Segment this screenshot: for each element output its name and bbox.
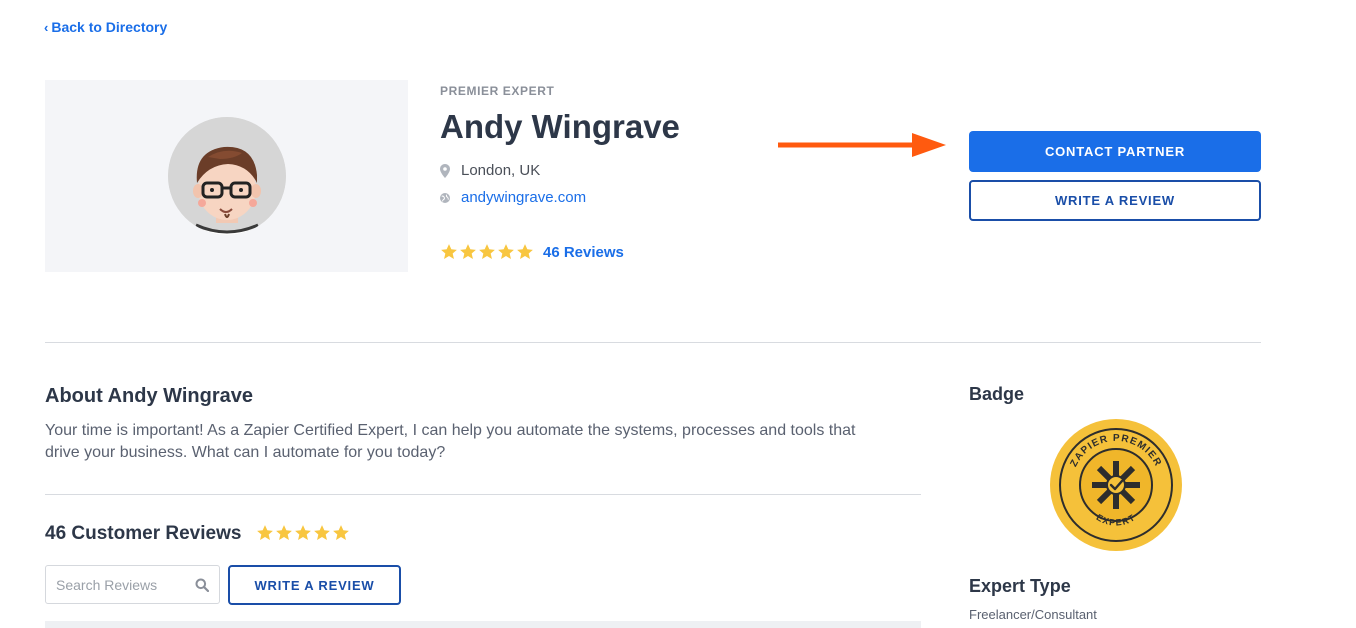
star-icon <box>460 244 476 259</box>
location-text: London, UK <box>461 162 541 179</box>
reviews-title: 46 Customer Reviews <box>45 523 242 544</box>
avatar <box>167 117 286 235</box>
reviews-list-top <box>45 621 921 628</box>
star-icon <box>257 525 273 540</box>
star-icon <box>441 244 457 259</box>
badge-title: Badge <box>969 384 1025 404</box>
back-to-directory-link[interactable]: ‹ Back to Directory <box>44 19 167 35</box>
reviews-rating-stars <box>256 524 350 542</box>
star-icon <box>333 525 349 540</box>
contact-partner-button[interactable]: CONTACT PARTNER <box>969 131 1261 172</box>
search-icon[interactable] <box>195 578 209 592</box>
profile-name: Andy Wingrave <box>440 108 680 145</box>
expert-type-title: Expert Type <box>969 576 1071 596</box>
star-icon <box>276 525 292 540</box>
profile-avatar-panel <box>45 80 408 272</box>
globe-icon <box>440 191 450 205</box>
reviews-count-link[interactable]: 46 Reviews <box>543 244 624 261</box>
profile-website: andywingrave.com <box>440 189 586 206</box>
about-text: Your time is important! As a Zapier Cert… <box>45 422 856 461</box>
section-divider <box>45 342 1261 343</box>
search-reviews-input[interactable] <box>56 576 186 593</box>
chevron-left-icon: ‹ <box>44 19 49 35</box>
arrow-right-icon <box>778 133 946 157</box>
write-review-button[interactable]: WRITE A REVIEW <box>969 180 1261 221</box>
star-icon <box>295 525 311 540</box>
search-reviews-box[interactable] <box>45 565 220 604</box>
map-pin-icon <box>440 163 450 178</box>
about-title: About Andy Wingrave <box>45 385 253 407</box>
website-link[interactable]: andywingrave.com <box>461 189 586 206</box>
about-divider <box>45 494 921 495</box>
star-icon <box>498 244 514 259</box>
back-label: Back to Directory <box>51 19 168 35</box>
profile-rating: 46 Reviews <box>440 243 624 261</box>
star-icon <box>314 525 330 540</box>
rating-stars <box>440 243 534 261</box>
star-icon <box>479 244 495 259</box>
profile-location: London, UK <box>440 162 540 179</box>
zapier-premier-badge: ZAPIER PREMIER EXPERT <box>1050 419 1182 551</box>
profile-eyebrow: PREMIER EXPERT <box>440 84 555 98</box>
write-review-button-secondary[interactable]: WRITE A REVIEW <box>228 565 401 605</box>
star-icon <box>517 244 533 259</box>
expert-type-value: Freelancer/Consultant <box>969 607 1097 622</box>
